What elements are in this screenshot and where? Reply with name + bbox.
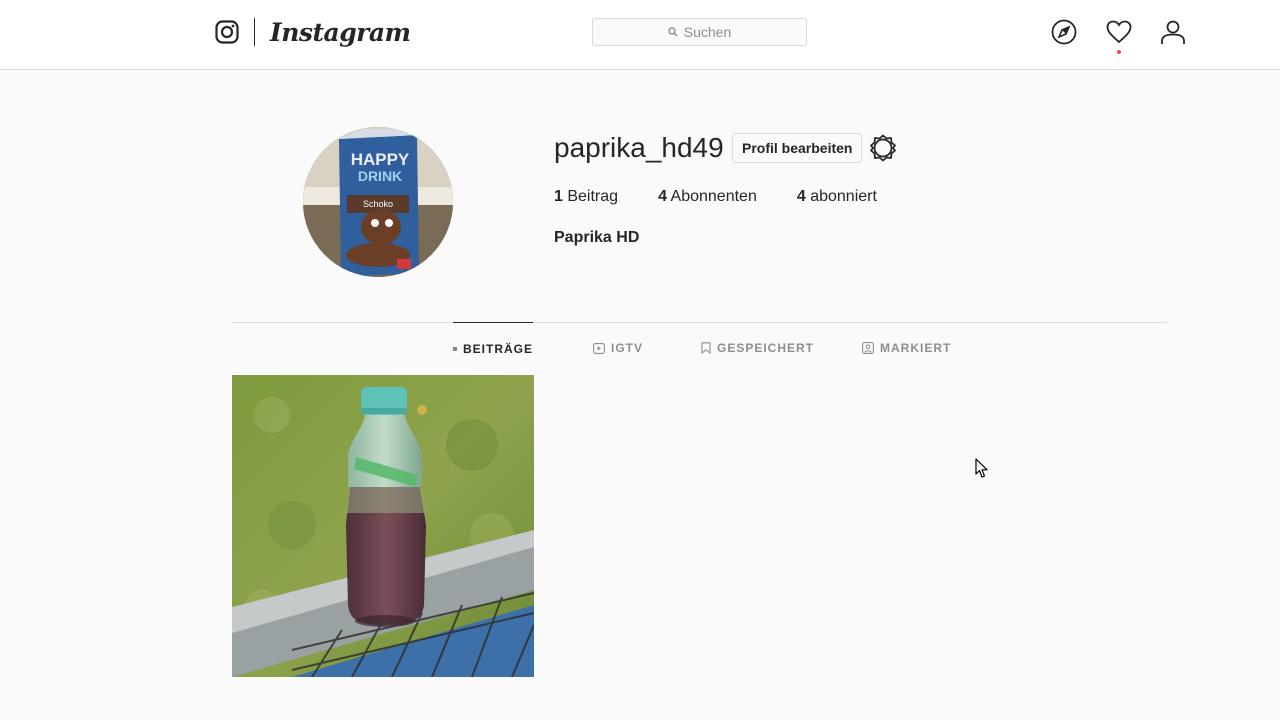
mouse-cursor-icon [975, 458, 988, 478]
grid-icon [453, 346, 457, 351]
instagram-logo[interactable]: Instagram [215, 17, 411, 47]
posts-count: 1 [554, 188, 563, 205]
avatar-text-drink: DRINK [358, 168, 402, 184]
profile-icon[interactable] [1160, 19, 1186, 45]
posts-label: Beitrag [567, 188, 619, 205]
tab-posts[interactable]: BEITRÄGE [453, 322, 533, 374]
top-navigation: Instagram Suchen [0, 0, 1280, 70]
following-count: 4 [796, 188, 806, 205]
post-thumbnail[interactable] [232, 375, 534, 677]
instagram-wordmark: Instagram [270, 17, 411, 47]
igtv-icon [593, 343, 605, 354]
profile-username: paprika_hd49 [554, 132, 724, 163]
following-label: abonniert [810, 188, 877, 205]
logo-divider [254, 18, 255, 46]
avatar-text-happy: HAPPY [351, 150, 410, 169]
settings-gear-icon[interactable] [869, 134, 897, 162]
heart-icon[interactable] [1106, 19, 1132, 45]
tab-posts-label: BEITRÄGE [462, 341, 533, 356]
tab-tagged-label: MARKIERT [880, 341, 952, 355]
tab-tagged[interactable]: MARKIERT [862, 322, 951, 374]
tabs-divider [232, 322, 1167, 323]
search-input[interactable]: Suchen [592, 18, 807, 46]
tab-saved[interactable]: GESPEICHERT [701, 322, 814, 374]
tagged-icon [862, 342, 874, 354]
profile-avatar[interactable]: HAPPY DRINK Schoko [303, 127, 453, 277]
avatar-text-schoko: Schoko [363, 199, 393, 209]
notification-dot [1117, 50, 1121, 54]
following-stat[interactable]: 4 abonniert [797, 188, 877, 206]
edit-profile-button[interactable]: Profil bearbeiten [732, 133, 863, 163]
followers-count: 4 [658, 188, 667, 205]
search-icon [668, 27, 678, 37]
search-placeholder: Suchen [683, 24, 732, 40]
posts-stat: 1 Beitrag [554, 188, 618, 206]
camera-logo-icon [215, 20, 239, 44]
explore-icon[interactable] [1051, 19, 1077, 45]
bookmark-icon [701, 342, 711, 354]
followers-label: Abonnenten [670, 188, 757, 205]
tab-igtv-label: IGTV [611, 341, 644, 355]
tab-igtv[interactable]: IGTV [593, 322, 643, 374]
followers-stat[interactable]: 4 Abonnenten [658, 188, 757, 206]
profile-stats: 1 Beitrag 4 Abonnenten 4 abonniert [554, 188, 917, 206]
tab-saved-label: GESPEICHERT [717, 341, 815, 355]
profile-full-name: Paprika HD [554, 229, 640, 246]
